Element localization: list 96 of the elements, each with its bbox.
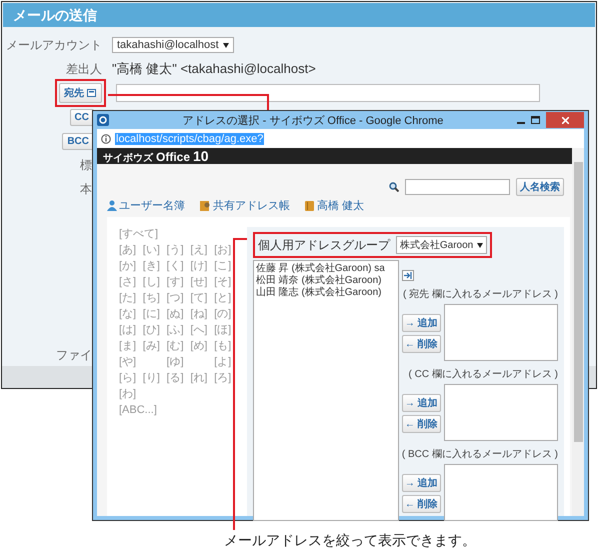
add-button[interactable]: → 追加 bbox=[402, 394, 441, 412]
kana-link[interactable]: [ふ] bbox=[166, 323, 188, 338]
kana-link[interactable]: [ABC...] bbox=[119, 403, 235, 418]
close-button[interactable] bbox=[546, 112, 584, 128]
address-tab[interactable]: ユーザー名簿 bbox=[107, 198, 185, 213]
kana-link[interactable]: [い] bbox=[142, 243, 164, 258]
section-label: ( 宛先 欄に入れるメールアドレス ) bbox=[402, 288, 558, 301]
kana-link[interactable]: [せ] bbox=[190, 275, 212, 290]
kana-link[interactable]: [そ] bbox=[214, 275, 235, 290]
kana-link[interactable]: [て] bbox=[190, 291, 212, 306]
address-list[interactable]: 佐藤 昇 (株式会社Garoon) sa 松田 靖奈 (株式会社Garoon) 山田 隆志 (株式会社Garoon) bbox=[252, 260, 399, 521]
address-button[interactable]: CC bbox=[70, 108, 94, 126]
kana-link[interactable]: [た] bbox=[119, 291, 140, 306]
callout-text: メールアドレスを絞って表示できます。 bbox=[224, 532, 476, 550]
kana-link[interactable]: [す] bbox=[166, 275, 188, 290]
address-tab[interactable]: 共有アドレス帳 bbox=[199, 198, 290, 213]
scrollbar[interactable] bbox=[572, 148, 584, 516]
address-tab[interactable]: 高橋 健太 bbox=[304, 198, 364, 213]
address-item[interactable]: 佐藤 昇 (株式会社Garoon) sa bbox=[256, 263, 396, 275]
sender-label: 差出人 bbox=[65, 61, 103, 78]
kana-link[interactable]: [ゆ] bbox=[166, 355, 188, 370]
add-button[interactable]: → 追加 bbox=[402, 474, 441, 492]
field-label: 本 bbox=[79, 181, 93, 198]
kana-link[interactable]: [ら] bbox=[119, 371, 140, 386]
kana-link[interactable]: [つ] bbox=[166, 291, 188, 306]
kana-link[interactable]: [め] bbox=[190, 339, 212, 354]
group-label: 個人用アドレスグループ bbox=[258, 236, 390, 254]
kana-link[interactable]: [ま] bbox=[119, 339, 140, 354]
kana-link[interactable]: [み] bbox=[142, 339, 164, 354]
section-label: ( CC 欄に入れるメールアドレス ) bbox=[408, 368, 558, 381]
kana-link[interactable]: [に] bbox=[142, 307, 164, 322]
search-icon bbox=[389, 182, 399, 192]
kana-link[interactable]: [お] bbox=[214, 243, 235, 258]
maximize-icon[interactable] bbox=[531, 116, 540, 124]
kana-link[interactable]: [む] bbox=[166, 339, 188, 354]
kana-link[interactable]: [よ] bbox=[214, 355, 235, 370]
group-select[interactable]: 株式会社Garoon bbox=[396, 236, 488, 254]
kana-link[interactable]: [ろ] bbox=[214, 371, 235, 386]
kana-link[interactable]: [と] bbox=[214, 291, 235, 306]
remove-button[interactable]: ← 削除 bbox=[402, 415, 441, 433]
kana-link[interactable]: [こ] bbox=[214, 259, 235, 274]
logo-version: 10 bbox=[193, 148, 209, 164]
kana-link[interactable]: [し] bbox=[142, 275, 164, 290]
kana-link[interactable]: [け] bbox=[190, 259, 212, 274]
app-icon bbox=[97, 114, 109, 126]
kana-link[interactable]: [れ] bbox=[190, 371, 212, 386]
address-bar[interactable]: localhost/scripts/cbag/ag.exe? bbox=[97, 129, 584, 148]
remove-button[interactable]: ← 削除 bbox=[402, 495, 441, 513]
kana-link[interactable]: [わ] bbox=[119, 387, 140, 402]
kana-link[interactable]: [く] bbox=[166, 259, 188, 274]
address-button[interactable]: BCC bbox=[62, 132, 94, 150]
account-select[interactable]: takahashi@localhost bbox=[112, 37, 234, 53]
kana-link[interactable]: [すべて] bbox=[119, 227, 235, 242]
kana-link[interactable]: [り] bbox=[142, 371, 164, 386]
popup-title: アドレスの選択 - サイボウズ Office - Google Chrome bbox=[182, 114, 444, 128]
url-text: localhost/scripts/cbag/ag.exe? bbox=[115, 132, 264, 144]
close-icon bbox=[562, 116, 568, 124]
kana-link[interactable]: [さ] bbox=[119, 275, 140, 290]
book-icon bbox=[304, 200, 315, 211]
kana-link[interactable]: [き] bbox=[142, 259, 164, 274]
kana-link[interactable]: [う] bbox=[166, 243, 188, 258]
account-label: メールアカウント bbox=[5, 37, 103, 54]
section-label: ( BCC 欄に入れるメールアドレス ) bbox=[402, 448, 558, 461]
remove-button[interactable]: ← 削除 bbox=[402, 335, 441, 353]
info-icon bbox=[101, 134, 111, 144]
add-button[interactable]: → 追加 bbox=[402, 314, 441, 332]
arrow-icon bbox=[404, 272, 412, 279]
field-label: 標 bbox=[79, 157, 93, 174]
kana-link[interactable]: [ね] bbox=[190, 307, 212, 322]
kana-link[interactable]: [や] bbox=[119, 355, 140, 370]
to-button[interactable]: 宛先 bbox=[59, 83, 102, 103]
window-title: メールの送信 bbox=[3, 3, 595, 27]
address-item[interactable]: 松田 靖奈 (株式会社Garoon) bbox=[256, 275, 396, 287]
field-label: ファイ bbox=[55, 347, 93, 364]
search-button[interactable]: 人名検索 bbox=[516, 178, 564, 196]
kana-link[interactable]: [へ] bbox=[190, 323, 212, 338]
kana-link[interactable]: [は] bbox=[119, 323, 140, 338]
kana-link[interactable]: [な] bbox=[119, 307, 140, 322]
sender-value: "高橋 健太" <takahashi@localhost> bbox=[112, 60, 316, 78]
kana-link[interactable]: [る] bbox=[166, 371, 188, 386]
kana-link[interactable]: [あ] bbox=[119, 243, 140, 258]
logo-brand: サイボウズ bbox=[103, 152, 153, 165]
logo-product: Office bbox=[156, 150, 190, 164]
insert-button[interactable] bbox=[402, 270, 414, 281]
kana-link[interactable]: [も] bbox=[214, 339, 235, 354]
kana-link[interactable]: [え] bbox=[190, 243, 212, 258]
kana-link[interactable]: [ぬ] bbox=[166, 307, 188, 322]
search-field[interactable] bbox=[405, 179, 510, 195]
kana-link[interactable]: [ほ] bbox=[214, 323, 235, 338]
address-item[interactable]: 山田 隆志 (株式会社Garoon) bbox=[256, 287, 396, 299]
kana-link[interactable]: [ち] bbox=[142, 291, 164, 306]
kana-link[interactable]: [ひ] bbox=[142, 323, 164, 338]
kana-link[interactable]: [の] bbox=[214, 307, 235, 322]
kana-link[interactable]: [か] bbox=[119, 259, 140, 274]
to-field[interactable] bbox=[116, 84, 540, 102]
person-icon bbox=[107, 200, 117, 211]
